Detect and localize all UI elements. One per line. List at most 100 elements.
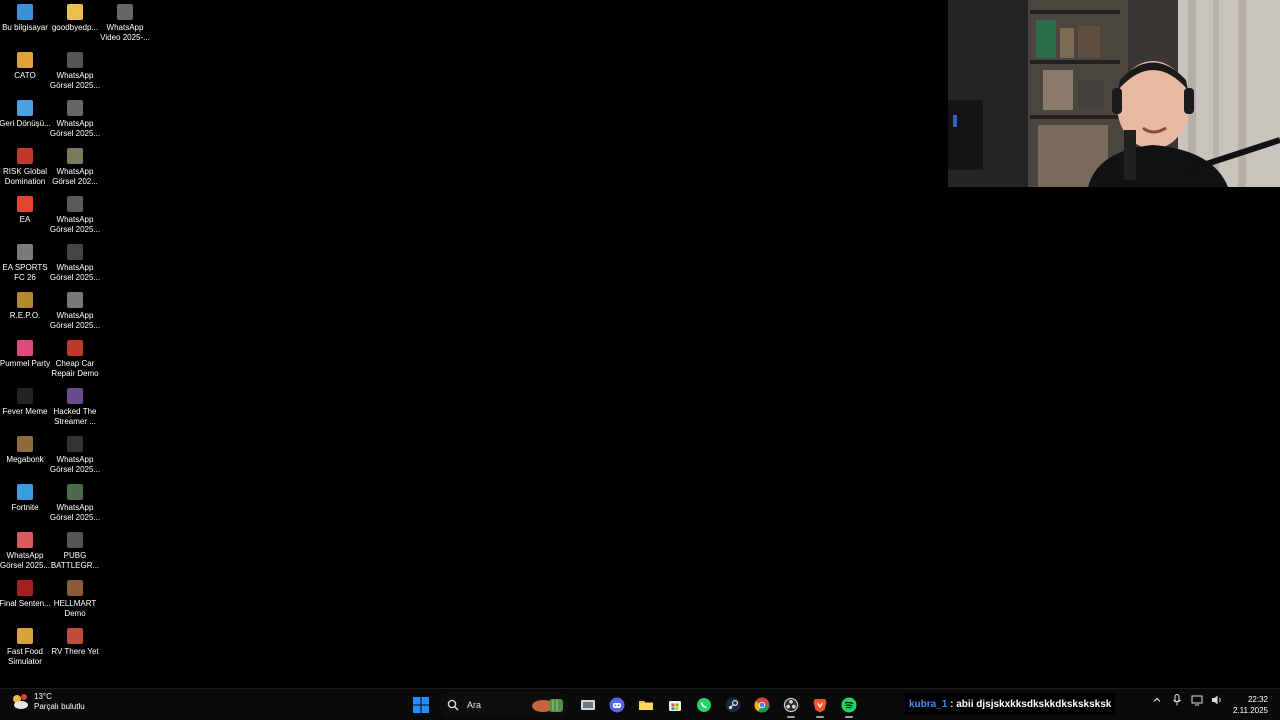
desktop-icon[interactable]: WhatsApp Görsel 2025... xyxy=(49,240,101,288)
speaker-icon[interactable] xyxy=(1210,693,1224,707)
weather-widget[interactable]: 13°C Parçalı bulutlu xyxy=(10,692,85,712)
chat-overlay: kubra_1 : abii djsjskxkksdkskkdksksksksk xyxy=(905,693,1116,715)
image-file-icon xyxy=(67,484,83,500)
desktop-icon[interactable]: WhatsApp Görsel 2025... xyxy=(0,528,51,576)
desktop-icon[interactable]: WhatsApp Görsel 2025... xyxy=(49,432,101,480)
desktop-icon[interactable]: Hacked The Streamer ... xyxy=(49,384,101,432)
spotify-button[interactable] xyxy=(836,692,862,718)
recycle-bin-icon xyxy=(17,100,33,116)
desktop-icon[interactable]: Cheap Car Repair Demo xyxy=(49,336,101,384)
desktop-icon[interactable]: Pummel Party xyxy=(0,336,51,384)
chevron-up-icon[interactable] xyxy=(1150,693,1164,707)
microsoft-store-button[interactable] xyxy=(662,692,688,718)
repo-game-icon xyxy=(17,292,33,308)
fever-meme-icon xyxy=(17,388,33,404)
desktop-icon-label: Cheap Car Repair Demo xyxy=(51,359,99,378)
chrome-button[interactable] xyxy=(749,692,775,718)
desktop-icon-label: PUBG BATTLEGR... xyxy=(50,551,100,570)
hacked-streamer-icon xyxy=(67,388,83,404)
search-highlight-icon xyxy=(532,699,563,712)
cheap-car-repair-icon xyxy=(67,340,83,356)
image-file-icon xyxy=(67,148,83,164)
obs-button[interactable] xyxy=(778,692,804,718)
desktop-icon-label: WhatsApp Görsel 2025... xyxy=(49,71,101,90)
cato-icon xyxy=(17,52,33,68)
search-placeholder: Ara xyxy=(467,700,482,710)
fortnite-icon xyxy=(17,484,33,500)
system-tray xyxy=(1150,693,1224,707)
desktop-icon[interactable]: R.E.P.O. xyxy=(0,288,51,336)
desktop-icon-label: RV There Yet xyxy=(51,647,99,656)
file-explorer-button[interactable] xyxy=(633,692,659,718)
desktop-icon[interactable]: EA SPORTS FC 26 xyxy=(0,240,51,288)
ea-icon xyxy=(17,196,33,212)
desktop-icon-label: WhatsApp Görsel 2025... xyxy=(49,455,101,474)
desktop-icon[interactable]: Megabonk xyxy=(0,432,51,480)
image-file-icon xyxy=(67,436,83,452)
desktop-icon[interactable]: Final Senten... xyxy=(0,576,51,624)
desktop-icon[interactable]: Geri Dönüşü... xyxy=(0,96,51,144)
desktop-icon-label: HELLMART Demo xyxy=(53,599,97,618)
search-icon xyxy=(447,699,459,711)
desktop-icon-label: WhatsApp Görsel 2025... xyxy=(49,263,101,282)
desktop-icon[interactable]: WhatsApp Görsel 2025... xyxy=(49,48,101,96)
microphone-icon[interactable] xyxy=(1170,693,1184,707)
store-icon xyxy=(667,697,683,713)
desktop-icon-label: goodbyedp... xyxy=(51,23,99,32)
webcam-overlay xyxy=(948,0,1280,187)
taskbar-apps xyxy=(573,692,863,718)
desktop-icon-label: CATO xyxy=(14,71,36,80)
computer-icon xyxy=(17,4,33,20)
brave-button[interactable] xyxy=(807,692,833,718)
desktop-icon[interactable]: Bu bilgisayar xyxy=(0,0,51,48)
discord-button[interactable] xyxy=(604,692,630,718)
desktop-icon[interactable]: WhatsApp Görsel 2025... xyxy=(49,96,101,144)
desktop-icon[interactable]: WhatsApp Görsel 2025... xyxy=(49,288,101,336)
clock[interactable]: 22:32 2.11.2025 xyxy=(1233,694,1268,716)
network-icon[interactable] xyxy=(1190,693,1204,707)
desktop-icon[interactable]: WhatsApp Görsel 2025... xyxy=(49,480,101,528)
megabonk-icon xyxy=(17,436,33,452)
desktop-icon[interactable]: CATO xyxy=(0,48,51,96)
desktop-icon-label: WhatsApp Görsel 2025... xyxy=(49,215,101,234)
desktop-icon[interactable]: WhatsApp Görsel 202... xyxy=(49,144,101,192)
steam-button[interactable] xyxy=(720,692,746,718)
image-file-icon xyxy=(67,100,83,116)
brave-icon xyxy=(812,697,828,713)
taskbar: 13°C Parçalı bulutlu Ara kubra_1: abii … xyxy=(0,688,1280,720)
desktop-icon[interactable]: RV There Yet xyxy=(49,624,101,672)
image-file-icon xyxy=(67,292,83,308)
desktop-icon[interactable]: WhatsApp Video 2025-... xyxy=(99,0,151,48)
desktop-icon[interactable]: WhatsApp Görsel 2025... xyxy=(49,192,101,240)
weather-text: 13°C Parçalı bulutlu xyxy=(34,692,85,712)
image-file-icon xyxy=(67,52,83,68)
image-file-icon xyxy=(67,196,83,212)
desktop-icon[interactable]: Fortnite xyxy=(0,480,51,528)
search-box[interactable]: Ara xyxy=(439,692,569,718)
desktop-icon-label: R.E.P.O. xyxy=(9,311,41,320)
task-view-icon xyxy=(580,697,596,713)
desktop-icon[interactable]: HELLMART Demo xyxy=(49,576,101,624)
desktop-icon[interactable]: RISK Global Domination xyxy=(0,144,51,192)
desktop-icon[interactable]: goodbyedp... xyxy=(49,0,101,48)
desktop-icon-label: WhatsApp Görsel 2025... xyxy=(0,551,51,570)
chat-separator: : xyxy=(947,698,957,710)
clock-time: 22:32 xyxy=(1247,695,1268,704)
whatsapp-button[interactable] xyxy=(691,692,717,718)
desktop-icon-label: WhatsApp Görsel 2025... xyxy=(49,119,101,138)
image-file-icon xyxy=(67,244,83,260)
desktop-icon-label: EA xyxy=(19,215,31,224)
rv-there-yet-icon xyxy=(67,628,83,644)
folder-icon xyxy=(638,697,654,713)
spotify-icon xyxy=(841,697,857,713)
pubg-icon xyxy=(67,532,83,548)
desktop-icon[interactable]: PUBG BATTLEGR... xyxy=(49,528,101,576)
desktop-icon-label: Fortnite xyxy=(11,503,39,512)
desktop-icon[interactable]: Fast Food Simulator xyxy=(0,624,51,672)
desktop-icon[interactable]: Fever Meme xyxy=(0,384,51,432)
task-view-button[interactable] xyxy=(575,692,601,718)
desktop-icon[interactable]: EA xyxy=(0,192,51,240)
webcam-feed-icon xyxy=(948,0,1280,187)
start-button[interactable] xyxy=(408,692,434,718)
desktop-icon-label: WhatsApp Görsel 2025... xyxy=(49,503,101,522)
